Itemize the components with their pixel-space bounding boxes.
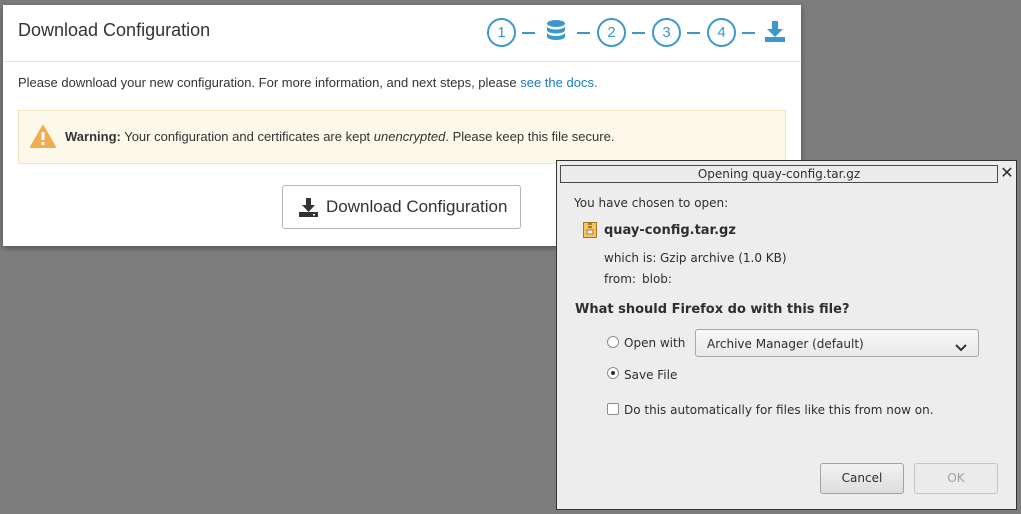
docs-link[interactable]: see the docs.	[520, 75, 597, 90]
warning-alert: Warning: Your configuration and certific…	[18, 110, 786, 164]
warning-text-part: . Please keep this file secure.	[445, 129, 615, 144]
step-connector	[632, 32, 645, 34]
open-with-label[interactable]: Open with	[624, 336, 685, 350]
chevron-down-icon	[955, 338, 967, 357]
auto-action-checkbox[interactable]	[607, 403, 619, 415]
save-file-radio[interactable]	[607, 367, 619, 379]
step-connector	[687, 32, 700, 34]
file-source-label: from:	[604, 272, 636, 286]
download-button-label: Download Configuration	[326, 197, 508, 216]
file-name: quay-config.tar.gz	[604, 223, 736, 238]
step-connector	[522, 32, 535, 34]
setup-steps: 1 2 3 4	[487, 18, 787, 48]
open-with-radio[interactable]	[607, 336, 619, 348]
modal-title: Download Configuration	[18, 20, 211, 40]
dialog-question: What should Firefox do with this file?	[575, 302, 850, 317]
warning-icon	[30, 125, 56, 151]
database-icon	[545, 19, 567, 46]
modal-header: Download Configuration 1 2 3 4	[3, 5, 801, 62]
open-with-selected-value: Archive Manager (default)	[707, 337, 864, 351]
save-file-label[interactable]: Save File	[624, 368, 677, 382]
open-with-select[interactable]: Archive Manager (default)	[695, 329, 979, 357]
download-icon	[299, 198, 318, 222]
file-type-value: Gzip archive (1.0 KB)	[660, 251, 787, 265]
intro-text: Please download your new configuration. …	[18, 75, 788, 90]
download-icon	[764, 21, 786, 48]
dialog-title[interactable]: Opening quay-config.tar.gz	[560, 165, 998, 183]
chosen-to-open-text: You have chosen to open:	[574, 196, 729, 210]
step-3: 3	[652, 18, 681, 47]
warning-label: Warning:	[65, 129, 121, 144]
warning-emphasis: unencrypted	[373, 129, 446, 144]
step-2: 2	[597, 18, 626, 47]
step-1: 1	[487, 18, 516, 47]
cancel-button[interactable]: Cancel	[820, 463, 904, 494]
archive-file-icon	[583, 222, 597, 242]
ok-button[interactable]: OK	[914, 463, 998, 494]
step-connector	[577, 32, 590, 34]
warning-text-part: Your configuration and certificates are …	[120, 129, 374, 144]
warning-text: Warning: Your configuration and certific…	[65, 129, 614, 144]
download-configuration-button[interactable]: Download Configuration	[282, 185, 521, 229]
file-type-label: which is:	[604, 251, 657, 265]
firefox-open-dialog: Opening quay-config.tar.gz ✕ You have ch…	[556, 160, 1017, 510]
modal-body: Please download your new configuration. …	[18, 75, 788, 229]
intro-sentence: Please download your new configuration. …	[18, 75, 521, 90]
step-4: 4	[707, 18, 736, 47]
file-source-value: blob:	[642, 272, 672, 286]
auto-action-label[interactable]: Do this automatically for files like thi…	[624, 403, 934, 417]
step-connector	[742, 32, 755, 34]
close-icon[interactable]: ✕	[999, 164, 1015, 182]
